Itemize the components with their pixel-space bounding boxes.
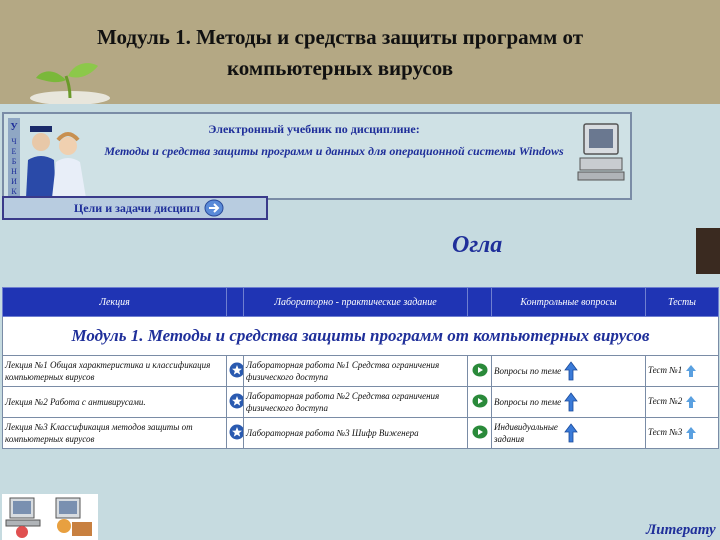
up-arrow-icon[interactable] <box>685 395 697 409</box>
star-icon[interactable] <box>229 362 244 378</box>
logo-letter-2: Ч <box>11 137 16 146</box>
logo-letter-3: Е <box>12 147 17 156</box>
header-tests: Тесты <box>645 287 719 317</box>
logo-letter-4: Б <box>12 157 17 166</box>
module-title: Модуль 1. Методы и средства защиты прогр… <box>2 316 719 356</box>
teachers-icon: У Ч Е Б Н И К <box>8 118 86 198</box>
lab-icon-cell <box>467 355 492 387</box>
test-cell: Тест №2 <box>645 386 719 418</box>
up-arrow-icon[interactable] <box>685 426 697 440</box>
test-cell: Тест №3 <box>645 417 719 449</box>
header-lecture: Лекция <box>2 287 227 317</box>
test-link[interactable]: Тест №2 <box>648 396 682 406</box>
up-arrow-icon[interactable] <box>564 361 579 381</box>
table-row: Лекция №2 Работа с антивирусами. Лаборат… <box>2 386 719 418</box>
header-spacer <box>467 287 492 317</box>
play-icon[interactable] <box>472 425 488 439</box>
header-questions: Контрольные вопросы <box>491 287 646 317</box>
questions-cell: Индивидуальные задания <box>491 417 646 449</box>
literature-link[interactable]: Литерату <box>646 522 716 539</box>
lab-icon-cell <box>467 386 492 418</box>
up-arrow-icon[interactable] <box>685 364 697 378</box>
lab-link[interactable]: Лабораторная работа №1 Средства ограниче… <box>243 355 468 387</box>
lecture-link[interactable]: Лекция №3 Классификация методов защиты о… <box>2 417 227 449</box>
lecture-icon-cell <box>226 386 244 418</box>
pc-users-icon <box>2 494 98 540</box>
goals-link[interactable]: Цели и задачи дисципл <box>2 196 268 220</box>
slide-title-band: Модуль 1. Методы и средства защиты прогр… <box>0 0 720 104</box>
slide-title-line1: Модуль 1. Методы и средства защиты прогр… <box>96 25 584 49</box>
table-row: Лекция №1 Общая характеристика и классиф… <box>2 355 719 387</box>
play-icon[interactable] <box>472 363 488 377</box>
questions-cell: Вопросы по теме <box>491 355 646 387</box>
lab-icon-cell <box>467 417 492 449</box>
logo-letter-1: У <box>10 122 18 133</box>
up-arrow-icon[interactable] <box>564 392 579 412</box>
forward-button-icon[interactable] <box>204 199 224 217</box>
play-icon[interactable] <box>472 394 488 408</box>
photo-thumbnail <box>696 228 720 274</box>
slide-title: Модуль 1. Методы и средства защиты прогр… <box>40 22 640 84</box>
logo-letter-6: И <box>11 177 17 186</box>
lab-link[interactable]: Лабораторная работа №2 Средства ограниче… <box>243 386 468 418</box>
lab-link[interactable]: Лабораторная работа №3 Шифр Виженера <box>243 417 468 449</box>
course-table: Лекция Лабораторно - практические задани… <box>2 287 719 449</box>
header-spacer <box>226 287 244 317</box>
textbook-screenshot: У Ч Е Б Н И К Электронный учебник по дис… <box>0 104 720 540</box>
questions-cell: Вопросы по теме <box>491 386 646 418</box>
textbook-header: У Ч Е Б Н И К Электронный учебник по дис… <box>2 112 632 200</box>
lecture-icon-cell <box>226 355 244 387</box>
up-arrow-icon[interactable] <box>564 423 579 443</box>
lecture-link[interactable]: Лекция №2 Работа с антивирусами. <box>2 386 227 418</box>
lecture-icon-cell <box>226 417 244 449</box>
table-row: Лекция №3 Классификация методов защиты о… <box>2 417 719 449</box>
test-cell: Тест №1 <box>645 355 719 387</box>
questions-link[interactable]: Вопросы по теме <box>494 365 562 377</box>
questions-link[interactable]: Вопросы по теме <box>494 396 562 408</box>
table-header-row: Лекция Лабораторно - практические задани… <box>2 287 719 317</box>
table-of-contents-heading: Огла <box>452 232 503 258</box>
header-line1: Электронный учебник по дисциплине: <box>208 122 420 136</box>
module-title-row: Модуль 1. Методы и средства защиты прогр… <box>2 316 719 356</box>
test-link[interactable]: Тест №1 <box>648 365 682 375</box>
slide-title-line2: компьютерных вирусов <box>226 56 454 80</box>
goals-label: Цели и задачи дисципл <box>73 201 200 215</box>
header-lab: Лабораторно - практические задание <box>243 287 468 317</box>
header-line2: Методы и средства защиты программ и данн… <box>104 144 564 158</box>
logo-letter-7: К <box>11 187 17 196</box>
star-icon[interactable] <box>229 424 244 440</box>
test-link[interactable]: Тест №3 <box>648 427 682 437</box>
computer-icon <box>577 123 625 181</box>
lecture-link[interactable]: Лекция №1 Общая характеристика и классиф… <box>2 355 227 387</box>
star-icon[interactable] <box>229 393 244 409</box>
questions-link[interactable]: Индивидуальные задания <box>494 421 562 445</box>
logo-letter-5: Н <box>11 167 17 176</box>
